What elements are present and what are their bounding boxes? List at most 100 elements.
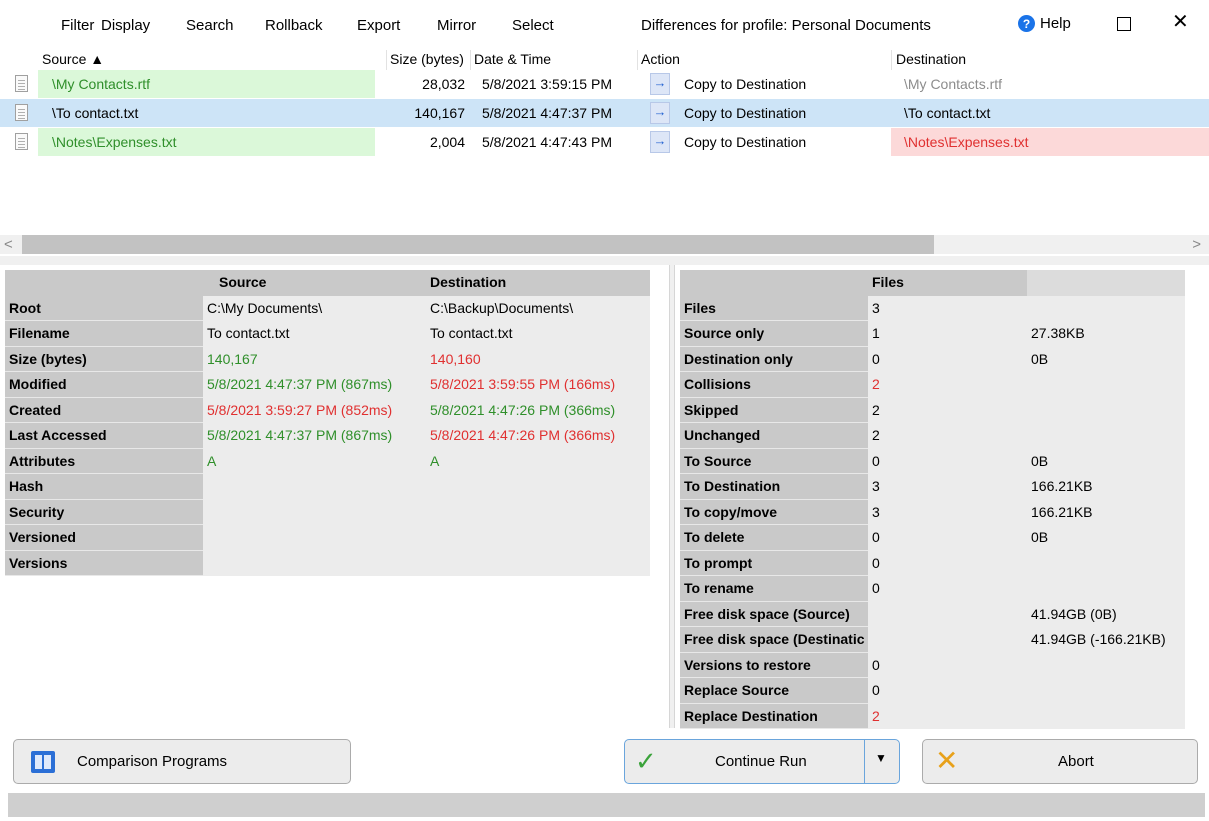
compare-label: Attributes [5,448,203,474]
document-icon [15,75,28,92]
row-action[interactable]: Copy to Destination [684,70,884,98]
column-header-action[interactable]: Action [641,51,680,67]
stats-row: Free disk space (Destinatic 41.94GB (-166… [680,627,1185,653]
stats-row: To delete 0 0B [680,525,1185,551]
continue-run-label: Continue Run [715,753,807,770]
stats-row: To rename 0 [680,576,1185,602]
stats-count: 2 [868,372,1027,398]
menu-filter[interactable]: Filter [61,17,94,34]
row-action[interactable]: Copy to Destination [684,128,884,156]
column-separator[interactable] [386,50,387,70]
stats-label: Files [680,295,868,321]
compare-destination-value: A [426,448,650,474]
horizontal-scrollbar[interactable]: < > [0,235,1209,254]
dropdown-arrow-icon[interactable]: ▼ [875,751,887,765]
column-separator[interactable] [891,50,892,70]
row-action[interactable]: Copy to Destination [684,99,884,127]
stats-size [1027,652,1185,678]
stats-size: 41.94GB (0B) [1027,601,1185,627]
stats-header-files: Files [868,270,1027,296]
stats-row: To prompt 0 [680,550,1185,576]
column-header-datetime[interactable]: Date & Time [474,51,551,67]
row-destination: \Notes\Expenses.txt [891,128,1209,156]
continue-run-button[interactable]: ✓ Continue Run ▼ [624,739,900,784]
stats-count: 0 [868,346,1027,372]
menu-rollback[interactable]: Rollback [265,17,323,34]
document-icon [15,104,28,121]
checkmark-icon: ✓ [635,746,657,776]
column-separator[interactable] [637,50,638,70]
stats-label: Collisions [680,372,868,398]
menu-export[interactable]: Export [357,17,400,34]
horizontal-splitter[interactable] [0,256,1209,265]
stats-label: To copy/move [680,499,868,525]
close-button[interactable]: ✕ [1172,12,1189,32]
stats-label: Replace Source [680,678,868,704]
row-datetime: 5/8/2021 4:47:37 PM [482,105,612,121]
split-divider [864,740,865,783]
stats-size: 166.21KB [1027,499,1185,525]
column-header-source[interactable]: Source ▲ [42,51,104,67]
stats-count: 2 [868,423,1027,449]
window-title: Differences for profile: Personal Docume… [641,17,931,34]
compare-destination-value: C:\Backup\Documents\ [426,295,650,321]
stats-row: Files 3 [680,295,1185,321]
stats-header-size [1027,270,1185,296]
grid-header-destination: Destination [426,270,650,296]
stats-count: 1 [868,321,1027,347]
stats-count: 3 [868,499,1027,525]
stats-size: 0B [1027,525,1185,551]
compare-label: Created [5,397,203,423]
compare-row: Versions [5,550,650,576]
stats-size [1027,550,1185,576]
comparison-programs-button[interactable]: Comparison Programs [13,739,351,784]
compare-destination-value [426,499,650,525]
column-header-size[interactable]: Size (bytes) [390,51,464,67]
stats-row: Unchanged 2 [680,423,1185,449]
row-destination: \To contact.txt [904,105,991,121]
stats-size [1027,397,1185,423]
scroll-right-icon[interactable]: > [1192,235,1201,254]
help-label: Help [1040,15,1071,32]
column-header-destination[interactable]: Destination [896,51,966,67]
stats-label: Free disk space (Source) [680,601,868,627]
scroll-left-icon[interactable]: < [4,235,13,254]
menu-mirror[interactable]: Mirror [437,17,476,34]
stats-count: 0 [868,448,1027,474]
stats-size: 0B [1027,346,1185,372]
stats-row: Destination only 0 0B [680,346,1185,372]
column-separator[interactable] [470,50,471,70]
compare-source-value: C:\My Documents\ [203,295,426,321]
maximize-button[interactable] [1117,17,1131,31]
menu-display[interactable]: Display [101,17,150,34]
abort-button[interactable]: ✕ Abort [922,739,1198,784]
file-row-selected[interactable]: \To contact.txt 140,167 5/8/2021 4:47:37… [0,99,1209,127]
stats-size [1027,703,1185,729]
compare-label: Modified [5,372,203,398]
help-button[interactable]: ? Help [1018,15,1071,32]
stats-count [868,601,1027,627]
stats-size [1027,372,1185,398]
copy-right-arrow-icon: → [650,131,670,153]
compare-row: Versioned [5,525,650,551]
compare-label: Filename [5,321,203,347]
stats-label: Unchanged [680,423,868,449]
compare-source-value [203,499,426,525]
compare-source-value [203,474,426,500]
stats-label: To rename [680,576,868,602]
stats-header-row: Files [680,270,1185,296]
copy-right-arrow-icon: → [650,73,670,95]
stats-size: 41.94GB (-166.21KB) [1027,627,1185,653]
stats-size [1027,295,1185,321]
menu-select[interactable]: Select [512,17,554,34]
stats-label: To Source [680,448,868,474]
compare-row: Created 5/8/2021 3:59:27 PM (852ms) 5/8/20… [5,397,650,423]
menu-search[interactable]: Search [186,17,234,34]
scrollbar-thumb[interactable] [22,235,934,254]
stats-grid: Files Files 3 Source only 1 27.38KB Destinati… [680,270,1185,729]
file-row[interactable]: \Notes\Expenses.txt 2,004 5/8/2021 4:47:… [0,128,1209,156]
grid-header-source: Source [203,270,426,296]
vertical-splitter[interactable] [669,265,675,728]
file-row[interactable]: \My Contacts.rtf 28,032 5/8/2021 3:59:15… [0,70,1209,98]
row-source: \My Contacts.rtf [38,70,375,98]
